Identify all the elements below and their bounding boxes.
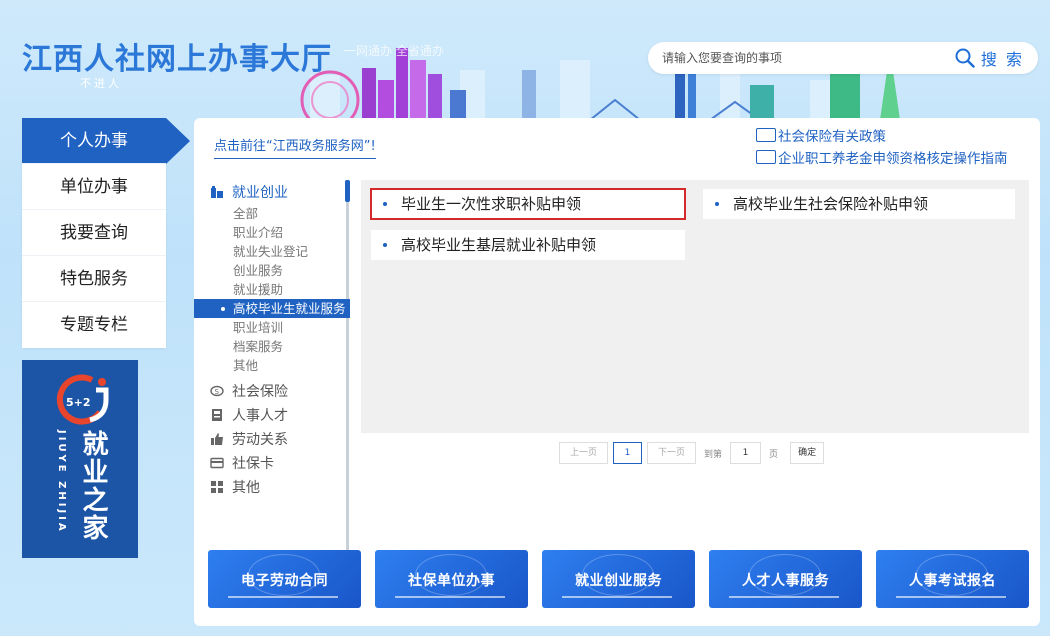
service-item-graduate-grassroots-subsidy[interactable]: 高校毕业生基层就业补贴申领: [371, 230, 685, 260]
category-social-insurance[interactable]: S 社会保险: [194, 379, 350, 403]
nav-item-unit[interactable]: 单位办事: [22, 164, 166, 210]
jiuye-logo-text: 5+2: [66, 396, 91, 409]
main-panel: 点击前往“江西政务服务网”! 社会保险有关政策 企业职工养老金申领资格核定操作指…: [194, 118, 1040, 626]
policy-link-social-insurance[interactable]: 社会保险有关政策: [756, 124, 1008, 146]
category-employment[interactable]: 就业创业: [194, 180, 350, 204]
nav-item-topics[interactable]: 专题专栏: [22, 302, 166, 348]
category-scrollbar-thumb[interactable]: [345, 180, 350, 202]
goto-label: 到第: [704, 449, 723, 460]
shield-icon: S: [210, 384, 224, 398]
search-button[interactable]: 搜 索: [955, 46, 1024, 70]
sub-item-employment-assistance[interactable]: 就业援助: [194, 280, 350, 299]
jiuye-logo-icon: 5+2: [56, 374, 109, 425]
category-social-card[interactable]: 社保卡: [194, 451, 350, 475]
search-box: 搜 索: [648, 42, 1038, 74]
banner-talent-personnel[interactable]: 人才人事服务: [709, 550, 862, 608]
service-list-area: 毕业生一次性求职补贴申领 高校毕业生社会保险补贴申领 高校毕业生基层就业补贴申领: [361, 180, 1029, 433]
sub-item-all[interactable]: 全部: [194, 204, 350, 223]
document-icon: [756, 128, 776, 142]
thumbs-up-icon: [210, 432, 224, 446]
category-personnel-talent[interactable]: 人事人才: [194, 403, 350, 427]
next-page-button[interactable]: 下一页: [647, 442, 697, 464]
svg-text:S: S: [215, 388, 220, 396]
site-slogan: 一网通办 全省通办: [344, 44, 444, 58]
sub-item-vocational-training[interactable]: 职业培训: [194, 318, 350, 337]
prev-page-button[interactable]: 上一页: [559, 442, 609, 464]
nav-item-special[interactable]: 特色服务: [22, 256, 166, 302]
banner-social-unit-service[interactable]: 社保单位办事: [375, 550, 528, 608]
gov-service-link[interactable]: 点击前往“江西政务服务网”!: [214, 135, 376, 159]
category-scrollbar[interactable]: [346, 180, 349, 592]
pagination: 上一页 1 下一页 到第 页 确定: [559, 442, 825, 464]
policy-link-pension-guide[interactable]: 企业职工养老金申领资格核定操作指南: [756, 146, 1008, 168]
left-nav-list: 个人办事 单位办事 我要查询 特色服务 专题专栏: [22, 118, 190, 348]
goto-page-input[interactable]: [730, 442, 762, 464]
bottom-banners: 电子劳动合同 社保单位办事 就业创业服务 人才人事服务 人事考试报名: [208, 550, 1029, 608]
category-nav: 就业创业 全部 职业介绍 就业失业登记 创业服务 就业援助 高校毕业生就业服务 …: [194, 180, 350, 592]
id-card-icon: [210, 408, 224, 422]
policy-links: 社会保险有关政策 企业职工养老金申领资格核定操作指南: [756, 124, 1008, 168]
card-icon: [210, 456, 224, 470]
page-number-current[interactable]: 1: [613, 442, 643, 464]
search-button-label: 搜 索: [980, 50, 1024, 69]
service-item-graduate-insurance-subsidy[interactable]: 高校毕业生社会保险补贴申领: [703, 189, 1015, 219]
site-title: 江西人社网上办事大厅: [22, 42, 332, 77]
sub-item-other[interactable]: 其他: [194, 356, 350, 375]
document-icon: [756, 150, 776, 164]
nav-item-personal[interactable]: 个人办事: [22, 118, 190, 164]
sub-item-archive-service[interactable]: 档案服务: [194, 337, 350, 356]
service-item-graduate-job-subsidy[interactable]: 毕业生一次性求职补贴申领: [370, 188, 686, 220]
sub-item-unemployment-registration[interactable]: 就业失业登记: [194, 242, 350, 261]
sub-item-startup-service[interactable]: 创业服务: [194, 261, 350, 280]
banner-e-labor-contract[interactable]: 电子劳动合同: [208, 550, 361, 608]
left-nav: 个人办事 单位办事 我要查询 特色服务 专题专栏: [22, 118, 190, 348]
search-input[interactable]: [662, 48, 942, 68]
building-icon: [210, 185, 224, 199]
nav-item-query[interactable]: 我要查询: [22, 210, 166, 256]
search-icon: [955, 48, 975, 68]
jiuye-banner-pinyin: JIUYE ZHIJIA: [56, 430, 67, 534]
category-other[interactable]: 其他: [194, 475, 350, 499]
goto-confirm-button[interactable]: 确定: [790, 442, 825, 464]
site-subtitle: 不进人: [80, 77, 122, 90]
banner-employment-startup[interactable]: 就业创业服务: [542, 550, 695, 608]
sub-item-graduate-employment[interactable]: 高校毕业生就业服务: [194, 299, 350, 318]
banner-exam-registration[interactable]: 人事考试报名: [876, 550, 1029, 608]
sub-item-job-intro[interactable]: 职业介绍: [194, 223, 350, 242]
category-labor-relations[interactable]: 劳动关系: [194, 427, 350, 451]
jiuye-zhijia-banner[interactable]: 5+2 就业之家 JIUYE ZHIJIA: [22, 360, 138, 558]
jiuye-banner-title: 就业之家: [78, 430, 108, 542]
grid-icon: [210, 480, 224, 494]
header: 江西人社网上办事大厅 一网通办 全省通办 不进人 搜 索: [0, 0, 1050, 118]
page-unit-label: 页: [769, 449, 779, 460]
